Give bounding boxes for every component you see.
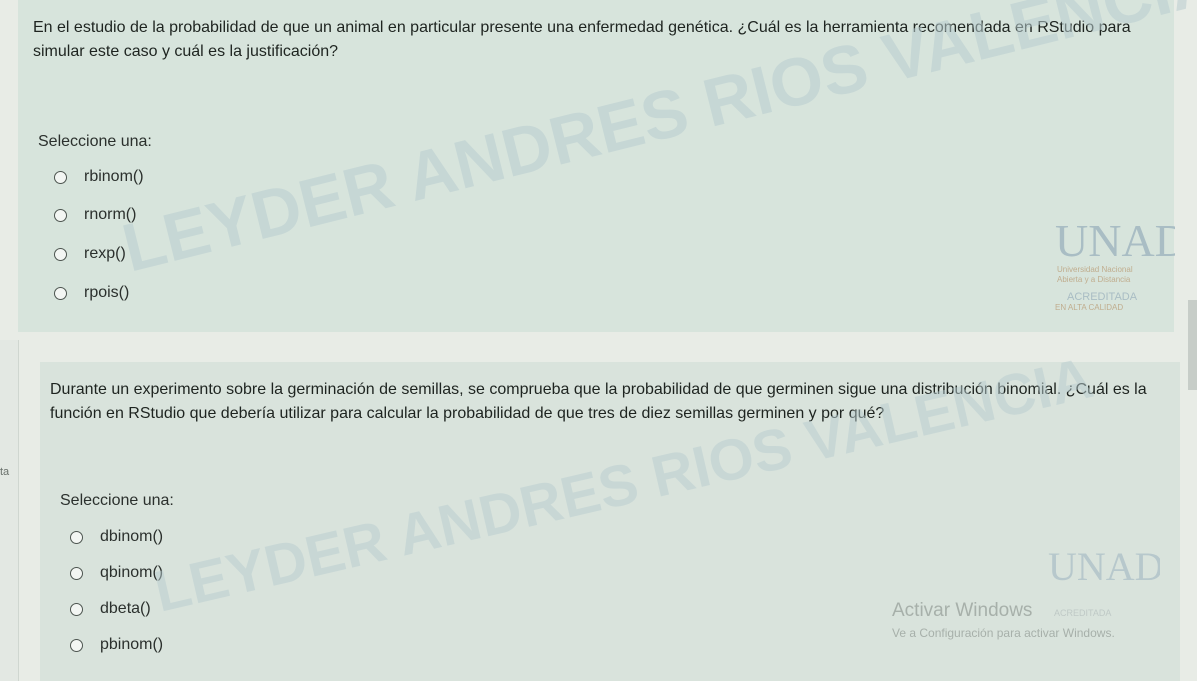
radio-icon[interactable] xyxy=(70,530,83,544)
activate-windows-notice: Activar Windows Ve a Configuración para … xyxy=(892,600,1115,640)
radio-icon[interactable] xyxy=(54,286,67,300)
option-label: rnorm() xyxy=(84,206,137,223)
question-1-text: En el estudio de la probabilidad de que … xyxy=(33,19,1131,60)
option-label: rexp() xyxy=(84,245,126,262)
side-fragment-text: ta xyxy=(0,466,10,478)
radio-icon[interactable] xyxy=(54,170,67,184)
question-1-option-1[interactable]: rbinom() xyxy=(54,168,144,186)
option-label: dbeta() xyxy=(100,600,151,617)
option-label: pbinom() xyxy=(100,636,164,653)
option-label: dbinom() xyxy=(100,528,164,545)
option-label: qbinom() xyxy=(100,564,164,581)
option-label: rbinom() xyxy=(84,168,144,185)
question-2-option-4[interactable]: pbinom() xyxy=(70,636,163,654)
question-card-1: En el estudio de la probabilidad de que … xyxy=(18,0,1174,332)
question-1-option-4[interactable]: rpois() xyxy=(54,284,129,302)
question-1-option-3[interactable]: rexp() xyxy=(54,245,126,263)
radio-icon[interactable] xyxy=(54,247,67,261)
activate-windows-title: Activar Windows xyxy=(892,600,1033,621)
activate-windows-subtitle: Ve a Configuración para activar Windows. xyxy=(892,626,1115,640)
option-label: rpois() xyxy=(84,284,130,301)
radio-icon[interactable] xyxy=(70,638,83,652)
scrollbar[interactable] xyxy=(1188,300,1197,390)
question-2-prompt: Seleccione una: xyxy=(60,492,174,509)
question-2-option-3[interactable]: dbeta() xyxy=(70,600,151,618)
question-1-prompt: Seleccione una: xyxy=(38,133,152,150)
question-2-text: Durante un experimento sobre la germinac… xyxy=(50,381,1147,422)
radio-icon[interactable] xyxy=(54,208,67,222)
question-2-option-1[interactable]: dbinom() xyxy=(70,528,163,546)
question-1-option-2[interactable]: rnorm() xyxy=(54,206,136,224)
question-2-option-2[interactable]: qbinom() xyxy=(70,564,163,582)
left-panel-edge xyxy=(0,340,19,681)
radio-icon[interactable] xyxy=(70,602,83,616)
radio-icon[interactable] xyxy=(70,566,83,580)
